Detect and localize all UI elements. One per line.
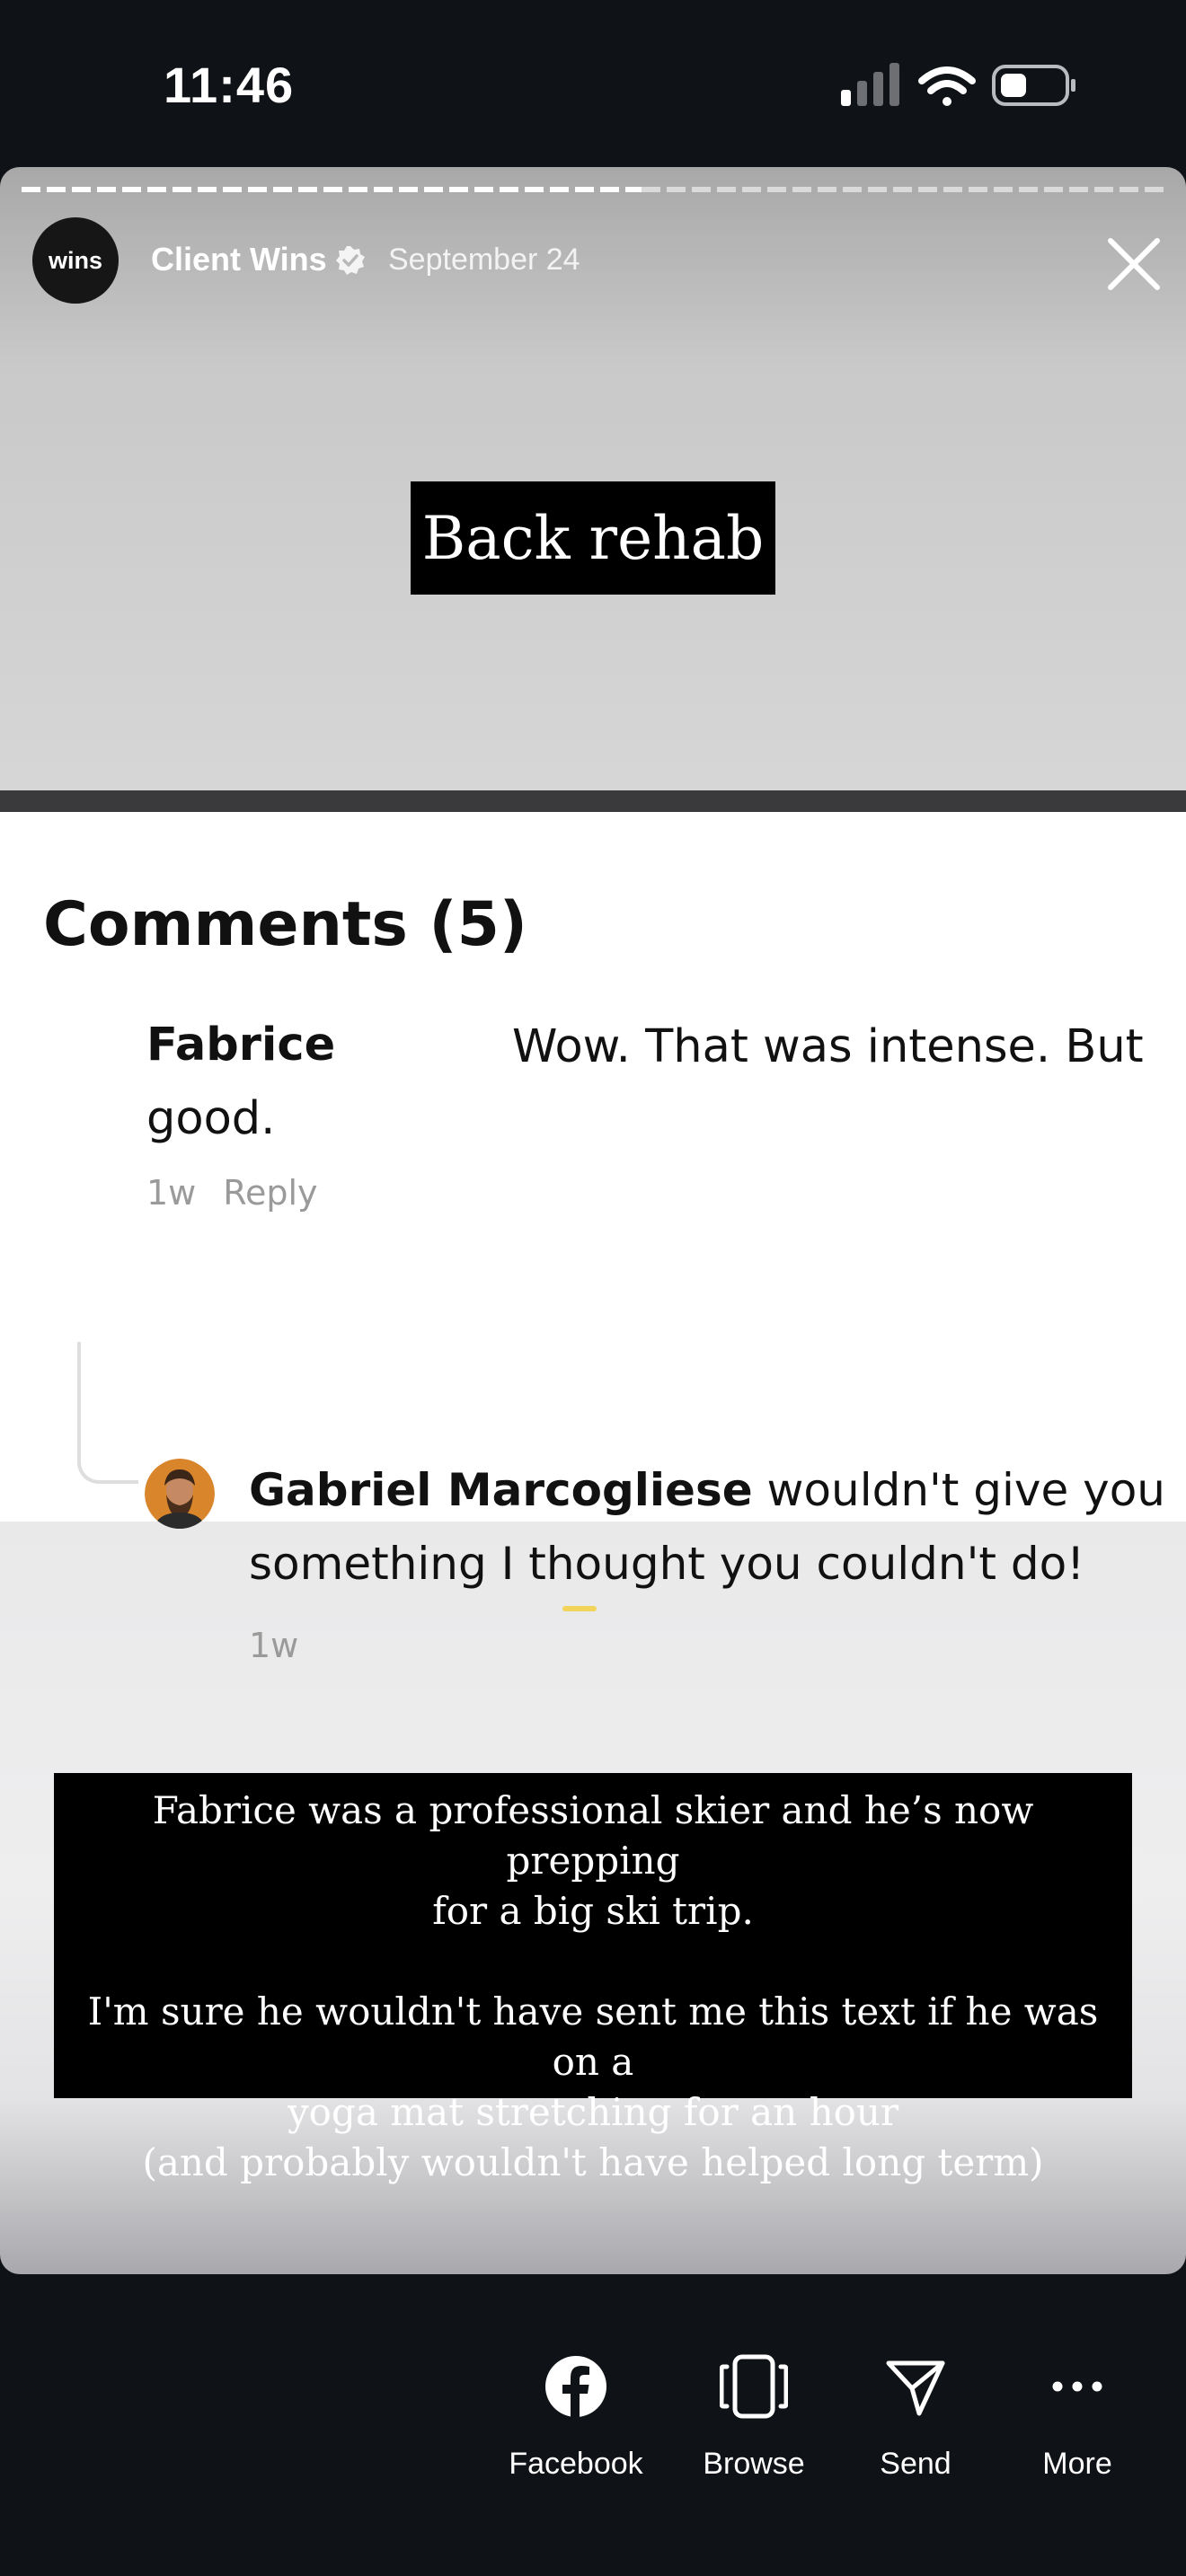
caption-line2: for a big ski trip. (432, 1889, 754, 1933)
browse-icon (720, 2354, 788, 2419)
caption-sticker: Fabrice was a professional skier and he’… (54, 1773, 1132, 2184)
story-header: wins Client Wins September 24 (32, 214, 1160, 304)
browse-label: Browse (703, 2447, 805, 2481)
post-date: September 24 (388, 243, 580, 277)
comment-text-line2: good. (146, 1092, 276, 1145)
status-time: 11:46 (164, 57, 295, 113)
cellular-signal-icon (841, 63, 899, 106)
status-bar: 11:46 (0, 0, 1186, 171)
progress-viewed (22, 187, 642, 192)
comment-author: Fabrice (146, 1019, 336, 1072)
progress-remaining (642, 187, 1164, 192)
facebook-button[interactable]: Facebook (495, 2346, 657, 2482)
wifi-icon (918, 66, 976, 106)
close-icon[interactable] (1102, 232, 1166, 296)
facebook-icon (545, 2356, 606, 2419)
story-progress-bar (22, 187, 1164, 192)
more-label: More (1042, 2447, 1112, 2481)
comment-meta: 1w Reply (146, 1173, 345, 1213)
caption-line5: (and probably wouldn't have helped long … (142, 2140, 1044, 2184)
send-icon (886, 2360, 945, 2416)
more-icon (1052, 2381, 1102, 2392)
reply-text-a: wouldn't give you (752, 1464, 1165, 1516)
facebook-label: Facebook (509, 2447, 643, 2481)
verified-badge-icon (336, 246, 365, 275)
browse-button[interactable]: Browse (673, 2346, 835, 2482)
send-button[interactable]: Send (835, 2346, 996, 2482)
title-sticker: Back rehab (411, 481, 775, 595)
avatar-text: wins (48, 246, 102, 274)
screenshot-border (0, 790, 1186, 812)
comment-text-line1: Wow. That was intense. But (512, 1020, 1144, 1073)
account-name[interactable]: Client Wins (151, 241, 327, 278)
comment-reply-label: Reply (223, 1173, 318, 1213)
send-label: Send (880, 2447, 951, 2481)
reply-author: Gabriel Marcogliese (249, 1464, 753, 1516)
more-button[interactable]: More (996, 2346, 1158, 2482)
story-card[interactable]: wins Client Wins September 24 Back rehab… (0, 167, 1186, 2274)
comments-heading: Comments (5) (43, 889, 527, 960)
status-icons (841, 63, 1075, 106)
spellcheck-underline (562, 1606, 597, 1611)
comments-screenshot: Comments (5) Fabrice Wow. That was inten… (0, 812, 1186, 1665)
battery-icon (992, 65, 1075, 106)
reply-text-line1: Gabriel Marcogliese wouldn't give you (249, 1464, 1165, 1516)
comment-age: 1w (146, 1173, 197, 1213)
reply-author-avatar (145, 1459, 215, 1529)
account-avatar[interactable]: wins (32, 217, 119, 304)
caption-line3: I'm sure he wouldn't have sent me this t… (87, 1989, 1099, 2084)
reply-text-line2: something I thought you couldn't do! (249, 1538, 1085, 1590)
reply-age: 1w (249, 1626, 299, 1665)
thread-connector (77, 1342, 138, 1484)
caption-line1: Fabrice was a professional skier and he’… (152, 1788, 1034, 1883)
bottom-action-bar: Facebook Browse Send More (0, 2274, 1186, 2576)
caption-line4: yoga mat stretching for an hour (287, 2090, 899, 2134)
